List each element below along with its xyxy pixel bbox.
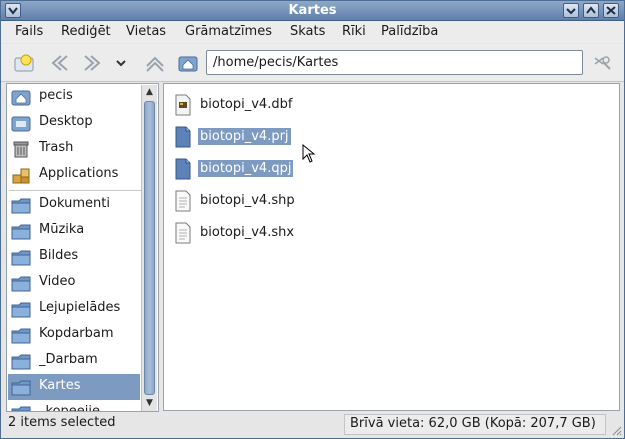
close-icon xyxy=(606,6,616,15)
sidebar-item-label: pecis xyxy=(39,88,73,103)
chevron-down-icon xyxy=(116,60,126,67)
sidebar-scrollbar[interactable]: ▲ ▼ xyxy=(141,85,157,411)
mouse-pointer-icon xyxy=(302,144,316,163)
menu-view[interactable]: Skats xyxy=(290,24,325,39)
sidebar-item-trash[interactable]: Trash xyxy=(8,136,140,162)
trash-icon xyxy=(13,141,29,158)
desktop-icon xyxy=(11,116,31,132)
folder-icon xyxy=(11,328,31,344)
sidebar-item-label: Kartes xyxy=(39,378,81,393)
sidebar-item-kartes[interactable]: Kartes xyxy=(8,374,140,400)
forward-button[interactable] xyxy=(81,52,105,74)
sidebar-item-label: _Darbam xyxy=(39,352,98,367)
file-name: biotopi_v4.dbf xyxy=(200,97,293,112)
menu-edit[interactable]: Rediģēt xyxy=(61,24,111,39)
sidebar-item-kopdarbam[interactable]: Kopdarbam xyxy=(8,322,140,348)
selection-status: 2 items selected xyxy=(8,415,116,430)
blue-document-icon xyxy=(175,126,191,148)
sidebar-item-label: Bildes xyxy=(39,248,79,263)
search-button[interactable] xyxy=(591,52,615,74)
file-name: biotopi_v4.shx xyxy=(200,225,295,240)
menu-bookmarks[interactable]: Grāmatzīmes xyxy=(185,24,272,39)
status-bar: 2 items selected Brīvā vieta: 62,0 GB (K… xyxy=(1,413,624,438)
folder-icon xyxy=(11,276,31,292)
sidebar-item-label: Lejupielādes xyxy=(39,300,121,315)
file-view[interactable]: biotopi_v4.dbf biotopi_v4.prj biotopi_v4… xyxy=(163,83,620,411)
file-manager-window: Kartes Fails Rediģēt Vietas Grāmatzīmes … xyxy=(0,0,625,439)
up-arrow-icon xyxy=(146,56,164,72)
sidebar-divider xyxy=(9,190,141,191)
text-document-icon xyxy=(175,222,191,244)
sidebar-item-applications[interactable]: Applications xyxy=(8,162,140,188)
location-home-button[interactable] xyxy=(177,52,199,74)
sidebar-item-lejupielades[interactable]: Lejupielādes xyxy=(8,296,140,322)
sidebar-item-kopeejie[interactable]: _kopeejie xyxy=(8,400,140,412)
sidebar: pecis Desktop Trash Applications Dokumen… xyxy=(6,83,159,412)
file-name: biotopi_v4.shp xyxy=(200,193,295,208)
clear-location-icon xyxy=(594,56,611,70)
sidebar-item-label: Applications xyxy=(39,166,119,181)
home-folder-icon xyxy=(178,56,198,72)
scroll-down-arrow-icon[interactable]: ▼ xyxy=(142,396,157,410)
sidebar-item-darbam[interactable]: _Darbam xyxy=(8,348,140,374)
toolbar: /home/pecis/Kartes xyxy=(1,44,624,82)
minimize-button[interactable] xyxy=(563,3,579,18)
sidebar-item-label: Kopdarbam xyxy=(39,326,114,341)
scroll-up-arrow-icon[interactable]: ▲ xyxy=(142,85,157,99)
folder-icon xyxy=(11,224,31,240)
sidebar-item-label: Video xyxy=(39,274,76,289)
sidebar-item-label: Desktop xyxy=(39,114,93,129)
applications-icon xyxy=(12,168,30,184)
back-arrow-icon xyxy=(51,55,68,71)
sidebar-item-muzika[interactable]: Mūzika xyxy=(8,218,140,244)
free-space-status: Brīvā vieta: 62,0 GB (Kopā: 207,7 GB) xyxy=(344,414,606,435)
maximize-button[interactable] xyxy=(583,3,599,18)
file-name: biotopi_v4.qpj xyxy=(198,160,294,177)
home-folder-icon xyxy=(11,90,31,106)
dbf-file-icon xyxy=(175,94,191,116)
file-name: biotopi_v4.prj xyxy=(198,128,291,145)
folder-icon xyxy=(11,198,31,214)
history-dropdown-button[interactable] xyxy=(112,52,130,74)
sidebar-item-bildes[interactable]: Bildes xyxy=(8,244,140,270)
minimize-icon xyxy=(566,8,576,15)
sidebar-item-dokumenti[interactable]: Dokumenti xyxy=(8,192,140,218)
menu-tools[interactable]: Rīki xyxy=(342,24,366,39)
location-input[interactable]: /home/pecis/Kartes xyxy=(206,50,583,75)
folder-icon xyxy=(11,380,31,396)
resize-grip-icon[interactable] xyxy=(610,424,622,436)
maximize-icon xyxy=(586,6,596,14)
sidebar-item-label: Trash xyxy=(39,140,74,155)
new-tab-button[interactable] xyxy=(13,52,37,74)
up-button[interactable] xyxy=(143,52,167,74)
back-button[interactable] xyxy=(47,52,71,74)
menu-bar: Fails Rediģēt Vietas Grāmatzīmes Skats R… xyxy=(1,21,624,43)
sidebar-item-desktop[interactable]: Desktop xyxy=(8,110,140,136)
sidebar-item-label: _kopeejie xyxy=(39,404,100,412)
menu-help[interactable]: Palīdzība xyxy=(381,24,438,39)
forward-arrow-icon xyxy=(84,55,101,71)
close-button[interactable] xyxy=(603,3,619,18)
window-title: Kartes xyxy=(288,3,337,18)
menu-file[interactable]: Fails xyxy=(15,24,43,39)
new-folder-icon xyxy=(14,54,34,72)
folder-icon xyxy=(11,302,31,318)
blue-document-icon xyxy=(175,158,191,180)
sidebar-item-label: Mūzika xyxy=(39,222,85,237)
sidebar-item-video[interactable]: Video xyxy=(8,270,140,296)
title-bar[interactable]: Kartes xyxy=(1,1,624,21)
sidebar-item-pecis[interactable]: pecis xyxy=(8,84,140,110)
folder-icon xyxy=(11,406,31,411)
folder-icon xyxy=(11,250,31,266)
sidebar-item-label: Dokumenti xyxy=(39,196,110,211)
menu-places[interactable]: Vietas xyxy=(126,24,166,39)
scrollbar-thumb[interactable] xyxy=(144,101,155,395)
folder-icon xyxy=(11,354,31,370)
text-document-icon xyxy=(175,190,191,212)
